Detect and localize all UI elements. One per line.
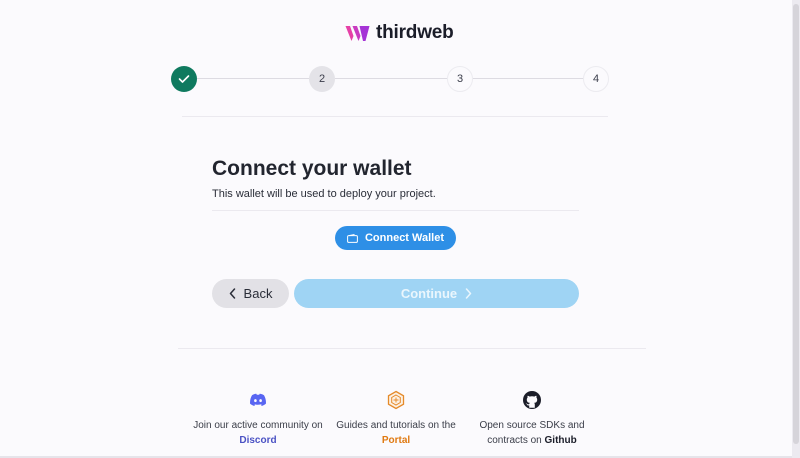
thirdweb-logo-icon	[345, 25, 370, 41]
brand-name: thirdweb	[376, 22, 454, 43]
page-subtitle: This wallet will be used to deploy your …	[212, 188, 436, 200]
step-4-label: 4	[592, 73, 600, 85]
continue-button-label: Continue	[400, 286, 458, 301]
step-connector	[335, 78, 447, 79]
footer-discord: Join our active community on Discord	[188, 390, 328, 448]
portal-icon[interactable]	[386, 390, 406, 410]
scrollbar[interactable]	[792, 0, 800, 458]
brand-logo: thirdweb	[345, 22, 454, 44]
step-3: 3	[447, 66, 473, 92]
step-3-label: 3	[456, 73, 464, 85]
discord-icon[interactable]	[248, 390, 268, 410]
back-button-label: Back	[243, 286, 273, 301]
progress-stepper: 2 3 4	[171, 66, 609, 92]
discord-link[interactable]: Discord	[239, 435, 276, 446]
step-1	[171, 66, 197, 92]
step-2-label: 2	[318, 73, 326, 85]
back-button[interactable]: Back	[212, 279, 289, 308]
step-2: 2	[309, 66, 335, 92]
portal-link[interactable]: Portal	[382, 435, 410, 446]
footer-github: Open source SDKs and contracts on Github	[462, 390, 602, 448]
github-icon[interactable]	[522, 390, 542, 410]
portal-text: Guides and tutorials on the	[336, 420, 456, 431]
scrollbar-thumb[interactable]	[793, 4, 799, 444]
github-link[interactable]: Github	[545, 435, 577, 446]
page-title: Connect your wallet	[212, 157, 412, 180]
content-divider	[212, 210, 579, 211]
connect-wallet-button[interactable]: Connect Wallet	[335, 226, 456, 250]
connect-wallet-label: Connect Wallet	[364, 232, 445, 244]
chevron-right-icon	[465, 288, 472, 299]
step-connector	[197, 78, 309, 79]
step-connector	[473, 78, 583, 79]
footer-divider	[178, 348, 646, 349]
check-icon	[178, 75, 190, 83]
footer-portal: Guides and tutorials on the Portal	[326, 390, 466, 448]
wallet-icon	[347, 233, 358, 243]
header-divider	[182, 116, 608, 117]
chevron-left-icon	[229, 288, 235, 299]
step-4: 4	[583, 66, 609, 92]
discord-text: Join our active community on	[193, 420, 323, 431]
continue-button[interactable]: Continue	[294, 279, 579, 308]
